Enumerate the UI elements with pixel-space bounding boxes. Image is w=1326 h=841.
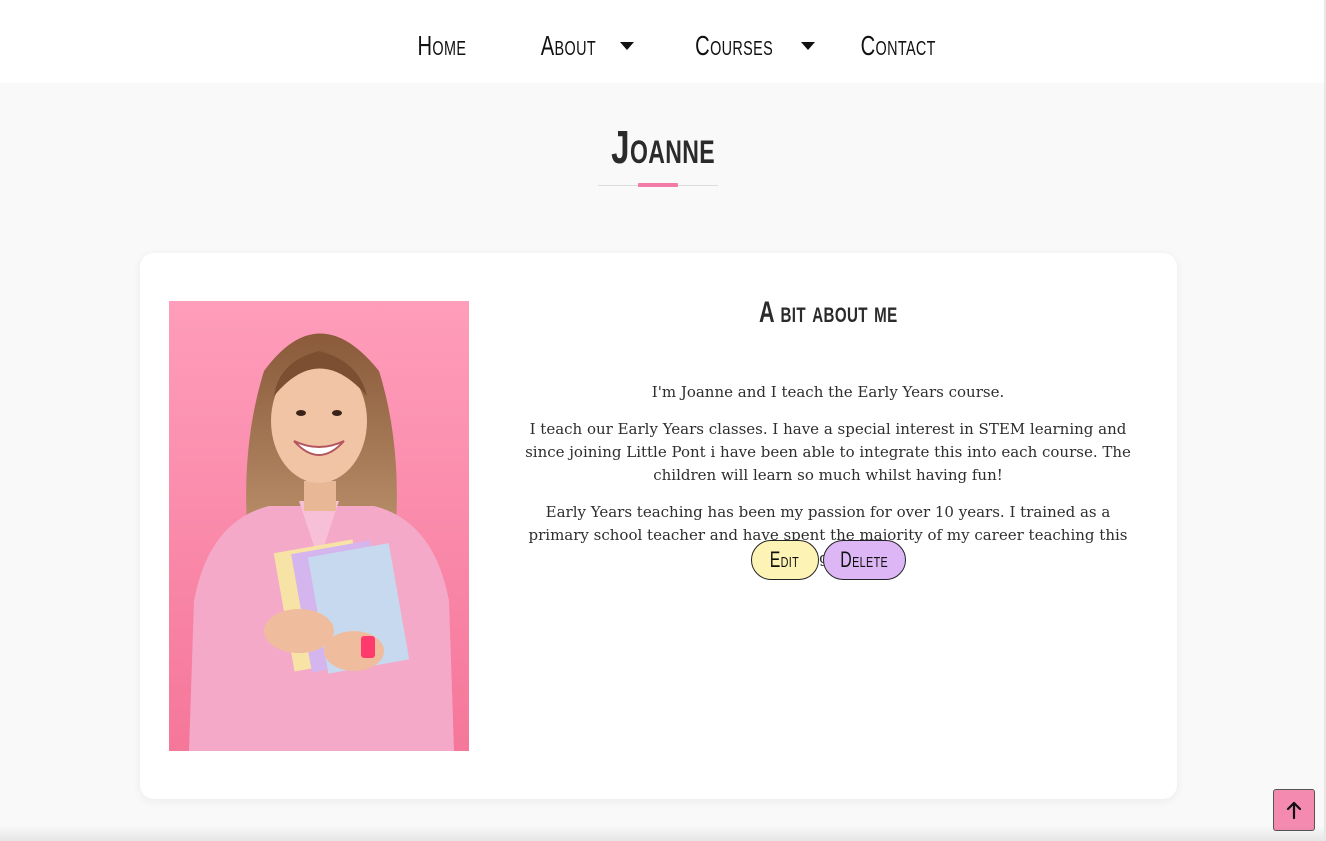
delete-button[interactable]: Delete	[822, 540, 906, 580]
edit-button[interactable]: Edit	[750, 540, 819, 580]
teacher-photo	[169, 301, 469, 751]
page-title-text: Joanne	[611, 121, 715, 173]
profile-card: A bit about me I'm Joanne and I teach th…	[140, 253, 1177, 799]
edit-button-label: Edit	[769, 547, 800, 572]
nav-courses-label: Courses	[695, 30, 774, 61]
about-me-heading-text: A bit about me	[758, 296, 898, 329]
delete-button-label: Delete	[840, 547, 888, 572]
title-accent-bar	[638, 183, 678, 187]
nav-home-label: Home	[417, 30, 467, 61]
nav-courses-dropdown[interactable]: Courses	[680, 26, 816, 66]
page-bottom-shadow	[0, 826, 1326, 841]
bio-paragraph: I'm Joanne and I teach the Early Years c…	[651, 383, 1005, 401]
profile-actions: Edit Delete	[515, 540, 1141, 580]
chevron-down-icon	[619, 41, 634, 50]
back-to-top-button[interactable]	[1273, 789, 1315, 831]
page-title: Joanne	[0, 118, 1326, 176]
nav-contact-label: Contact	[860, 30, 936, 61]
nav-home-link[interactable]: Home	[408, 26, 476, 66]
nav-about-dropdown[interactable]: About	[530, 26, 634, 66]
about-me-heading: A bit about me	[515, 295, 1141, 330]
bio-paragraph: I teach our Early Years classes. I have …	[525, 420, 1131, 484]
teacher-portrait-image	[169, 301, 469, 751]
arrow-up-icon	[1286, 801, 1302, 820]
nav-about-label: About	[540, 30, 596, 61]
chevron-down-icon	[801, 41, 816, 50]
nav-contact-link[interactable]: Contact	[846, 26, 950, 66]
main-navbar: Home About Courses Contact	[0, 0, 1326, 83]
